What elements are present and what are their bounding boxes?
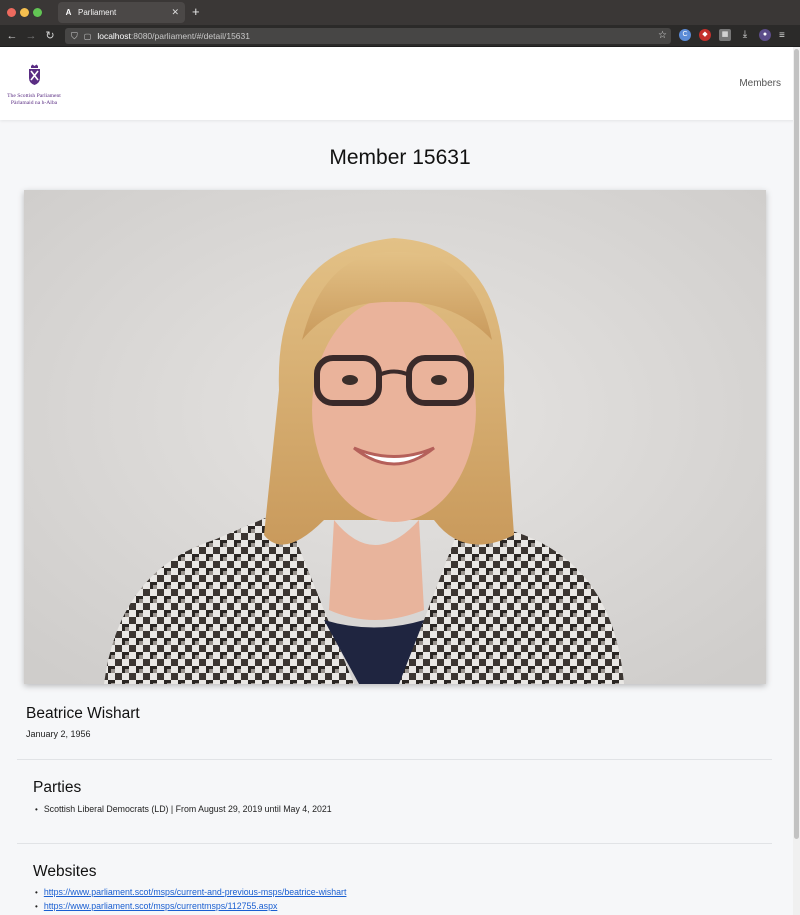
downloads-icon[interactable]: ⤓ <box>739 29 751 41</box>
party-item-text: Scottish Liberal Democrats (LD) | From A… <box>43 804 332 814</box>
url-path: :8080/parliament/#/detail/15631 <box>130 31 250 41</box>
website-item: https://www.parliament.scot/msps/current… <box>35 885 347 899</box>
section-divider <box>17 843 772 844</box>
extension-red-icon[interactable]: ◆ <box>699 29 711 41</box>
browser-tab[interactable]: A Parliament ✕ <box>58 2 185 23</box>
member-birth-date: January 2, 1956 <box>26 729 91 739</box>
website-item: https://www.parliament.scot/msps/current… <box>35 899 346 913</box>
shield-icon[interactable]: ⛉ <box>71 31 78 42</box>
hamburger-menu-icon[interactable]: ≡ <box>779 30 785 41</box>
back-arrow-icon[interactable]: ← <box>5 30 19 42</box>
extension-c-icon[interactable]: C <box>679 29 691 41</box>
website-link[interactable]: https://www.parliament.scot/msps/current… <box>44 901 278 911</box>
close-window-button[interactable] <box>7 8 16 17</box>
crest-icon <box>28 64 40 85</box>
parties-heading: Parties <box>33 779 82 796</box>
extension-grey-icon[interactable]: ▦ <box>719 29 731 41</box>
page-viewport: The Scottish Parliament Pàrlamaid na h-A… <box>0 47 800 915</box>
page-scrollbar[interactable] <box>793 47 800 915</box>
angular-favicon-icon: A <box>65 8 72 17</box>
nav-link-members[interactable]: Members <box>739 78 781 89</box>
website-link[interactable]: https://www.parliament.scot/msps/current… <box>44 887 347 897</box>
tab-close-icon[interactable]: ✕ <box>171 7 179 18</box>
member-portrait-image <box>24 190 766 684</box>
new-tab-button[interactable]: + <box>192 4 200 20</box>
member-name: Beatrice Wishart <box>26 705 140 722</box>
url-host: localhost <box>97 31 131 41</box>
parties-list: Scottish Liberal Democrats (LD) | From A… <box>35 802 332 816</box>
page-title: Member 15631 <box>329 146 471 169</box>
scottish-parliament-logo[interactable]: The Scottish Parliament Pàrlamaid na h-A… <box>4 64 64 107</box>
extension-avatar-icon[interactable]: ● <box>759 29 771 41</box>
window-controls <box>7 8 42 17</box>
maximize-window-button[interactable] <box>33 8 42 17</box>
tab-title: Parliament <box>78 8 117 17</box>
browser-tab-bar: A Parliament ✕ + <box>0 0 800 25</box>
address-bar[interactable]: ⛉ ▢ localhost :8080/parliament/#/detail/… <box>65 28 671 44</box>
logo-text-english: The Scottish Parliament <box>7 93 61 99</box>
websites-list: https://www.parliament.scot/msps/current… <box>35 885 347 913</box>
browser-nav-bar: ← → ↻ ⛉ ▢ localhost :8080/parliament/#/d… <box>0 25 800 47</box>
member-photo <box>24 190 766 684</box>
page-info-icon[interactable]: ▢ <box>84 32 92 41</box>
reload-icon[interactable]: ↻ <box>43 29 57 42</box>
logo-text-gaelic: Pàrlamaid na h-Alba <box>10 100 58 106</box>
scrollbar-thumb[interactable] <box>794 49 799 839</box>
bookmark-star-icon[interactable]: ☆ <box>658 30 667 41</box>
extension-toolbar: C ◆ ▦ ⤓ ● ≡ <box>679 29 785 41</box>
forward-arrow-icon[interactable]: → <box>24 30 38 42</box>
site-header: The Scottish Parliament Pàrlamaid na h-A… <box>0 47 800 120</box>
party-item: Scottish Liberal Democrats (LD) | From A… <box>35 802 332 816</box>
section-divider <box>17 759 772 760</box>
websites-heading: Websites <box>33 863 97 880</box>
minimize-window-button[interactable] <box>20 8 29 17</box>
